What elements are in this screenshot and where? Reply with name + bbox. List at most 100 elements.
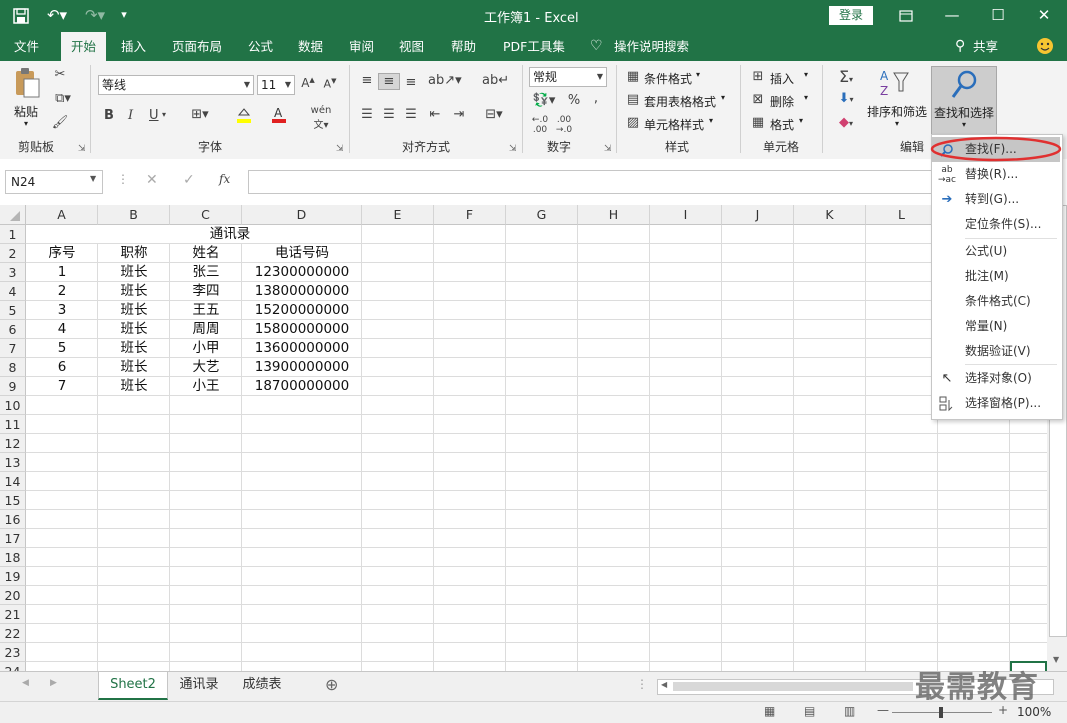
undo-icon[interactable]: ↶▾ [40, 0, 74, 32]
insert-cells-button[interactable]: 插入 [770, 70, 794, 87]
menu-constants[interactable]: 常量(N) [932, 314, 1060, 339]
menu-page-layout[interactable]: 页面布局 [172, 32, 222, 61]
tab-grades[interactable]: 成绩表 [232, 672, 292, 698]
smiley-icon[interactable] [1036, 32, 1054, 61]
data-cell[interactable]: 2 [26, 282, 98, 301]
increase-decimal-icon[interactable]: ←.0.00 [530, 115, 550, 135]
font-size-select[interactable]: 11 ▼ [257, 75, 295, 95]
tab-sheet2[interactable]: Sheet2 [98, 672, 168, 700]
menu-file[interactable]: 文件 [14, 32, 39, 61]
phonetic-icon[interactable]: wén 文▾ [306, 105, 336, 131]
currency-icon[interactable]: 💱▾ [530, 93, 558, 108]
data-cell[interactable]: 小甲 [170, 339, 242, 358]
data-cell[interactable]: 班长 [98, 377, 170, 396]
cancel-icon[interactable]: ✕ [146, 172, 158, 188]
row-header-6[interactable]: 6 [0, 320, 26, 339]
underline-dropdown-icon[interactable]: ▾ [162, 110, 166, 119]
column-header-h[interactable]: H [578, 205, 650, 225]
orientation-icon[interactable]: ab↗▾ [428, 73, 462, 88]
row-header-17[interactable]: 17 [0, 529, 26, 548]
add-sheet-icon[interactable]: ⊕ [325, 675, 338, 694]
row-header-12[interactable]: 12 [0, 434, 26, 453]
data-cell[interactable]: 小王 [170, 377, 242, 396]
insert-function-icon[interactable]: fx [219, 172, 230, 186]
row-header-2[interactable]: 2 [0, 244, 26, 263]
login-button[interactable]: 登录 [829, 6, 873, 25]
row-header-13[interactable]: 13 [0, 453, 26, 472]
paste-icon[interactable] [12, 67, 42, 101]
data-cell[interactable]: 周周 [170, 320, 242, 339]
scroll-left-icon[interactable]: ◀ [661, 680, 667, 689]
data-cell[interactable]: 张三 [170, 263, 242, 282]
merge-center-icon[interactable]: ⊟▾ [480, 107, 508, 122]
data-cell[interactable]: 3 [26, 301, 98, 320]
wrap-text-icon[interactable]: ab↵ [482, 73, 509, 88]
name-box[interactable]: N24 [5, 170, 103, 194]
font-color-icon[interactable]: A [265, 105, 293, 127]
sort-filter-icon[interactable]: AZ [876, 67, 912, 101]
cut-icon[interactable]: ✂ [50, 67, 70, 82]
column-header-i[interactable]: I [650, 205, 722, 225]
tell-me-search[interactable]: 操作说明搜索 [614, 32, 689, 61]
select-all-corner[interactable] [0, 205, 26, 225]
row-header-15[interactable]: 15 [0, 491, 26, 510]
redo-icon[interactable]: ↷▾ [78, 0, 112, 32]
format-cells-icon[interactable]: ▦ [750, 115, 766, 130]
maximize-icon[interactable]: ☐ [975, 0, 1021, 32]
italic-button[interactable]: I [128, 108, 133, 123]
row-header-18[interactable]: 18 [0, 548, 26, 567]
menu-formulas-select[interactable]: 公式(U) [932, 239, 1060, 264]
menu-goto[interactable]: ➔ 转到(G)... [932, 187, 1060, 212]
customize-toolbar-icon[interactable]: ▾ [114, 0, 134, 32]
align-left-icon[interactable]: ☰ [358, 107, 376, 122]
row-header-7[interactable]: 7 [0, 339, 26, 358]
autosum-icon[interactable]: Σ▾ [832, 67, 860, 86]
data-cell[interactable]: 班长 [98, 263, 170, 282]
share-button[interactable]: 共享 [973, 32, 998, 61]
conditional-format-icon[interactable]: ▦ [625, 69, 641, 84]
scroll-down-icon[interactable]: ▼ [1053, 655, 1059, 664]
find-select-button[interactable]: 查找和选择 ▾ [931, 66, 997, 138]
column-header-a[interactable]: A [26, 205, 98, 225]
font-name-select[interactable]: 等线 ▼ [98, 75, 254, 95]
menu-replace[interactable]: ab →ac 替换(R)... [932, 162, 1060, 187]
insert-cells-icon[interactable]: ⊞ [750, 69, 766, 84]
header-cell[interactable]: 电话号码 [242, 244, 362, 263]
column-header-k[interactable]: K [794, 205, 866, 225]
fill-color-icon[interactable] [230, 105, 258, 127]
paste-dropdown-icon[interactable]: ▾ [24, 119, 28, 128]
paste-label[interactable]: 粘贴 [14, 103, 38, 120]
menu-data-validation[interactable]: 数据验证(V) [932, 339, 1060, 364]
column-header-b[interactable]: B [98, 205, 170, 225]
data-cell[interactable]: 班长 [98, 358, 170, 377]
row-header-14[interactable]: 14 [0, 472, 26, 491]
row-header-16[interactable]: 16 [0, 510, 26, 529]
header-cell[interactable]: 序号 [26, 244, 98, 263]
clear-icon[interactable]: ◆▾ [832, 115, 860, 130]
row-header-24[interactable]: 24 [0, 662, 26, 671]
data-cell[interactable]: 12300000000 [242, 263, 362, 282]
increase-font-icon[interactable]: A▲ [300, 76, 316, 90]
tab-scroll-right-icon[interactable]: ▶ [50, 678, 57, 688]
column-header-j[interactable]: J [722, 205, 794, 225]
header-cell[interactable]: 姓名 [170, 244, 242, 263]
menu-review[interactable]: 审阅 [349, 32, 374, 61]
column-header-g[interactable]: G [506, 205, 578, 225]
row-header-19[interactable]: 19 [0, 567, 26, 586]
tab-contacts[interactable]: 通讯录 [170, 672, 228, 698]
normal-view-icon[interactable]: ▦ [764, 704, 775, 718]
data-cell[interactable]: 13900000000 [242, 358, 362, 377]
underline-button[interactable]: U [149, 108, 159, 123]
menu-help[interactable]: 帮助 [451, 32, 476, 61]
decrease-indent-icon[interactable]: ⇤ [426, 107, 444, 122]
data-cell[interactable]: 1 [26, 263, 98, 282]
row-header-10[interactable]: 10 [0, 396, 26, 415]
menu-select-objects[interactable]: ↖ 选择对象(O) [932, 366, 1060, 391]
format-cells-button[interactable]: 格式 [770, 116, 794, 133]
row-header-11[interactable]: 11 [0, 415, 26, 434]
spreadsheet-grid[interactable]: ABCDEFGHIJKL 1 2 3 4 5 6 7 8 9 10 11 12 13 14 15 16 17 18… [0, 205, 1047, 671]
table-format-button[interactable]: 套用表格格式 [644, 93, 716, 110]
row-header-5[interactable]: 5 [0, 301, 26, 320]
row-header-20[interactable]: 20 [0, 586, 26, 605]
ribbon-display-icon[interactable] [883, 0, 929, 32]
